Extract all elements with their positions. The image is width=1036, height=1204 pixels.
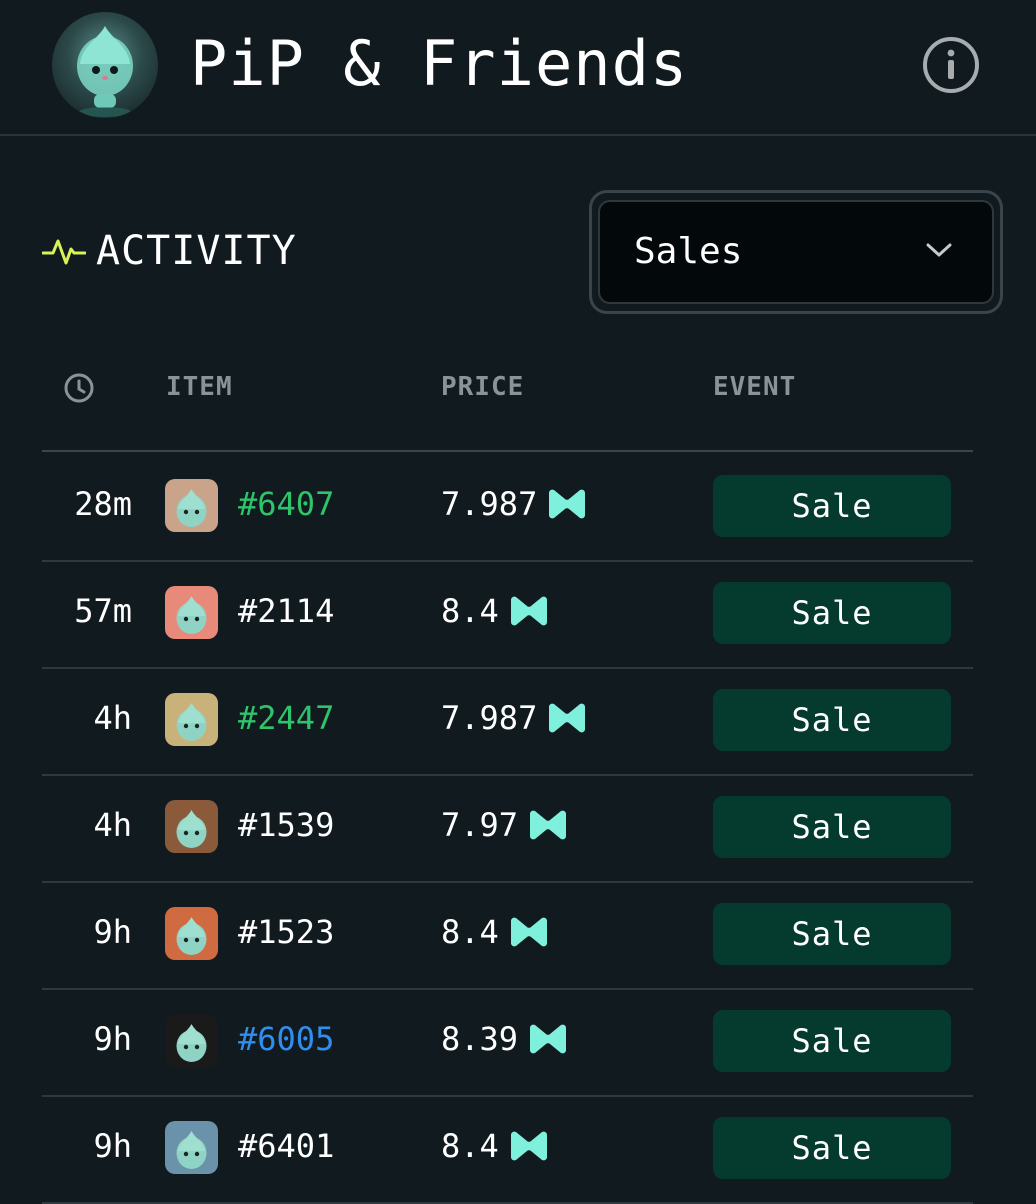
item-thumbnail[interactable]: [165, 1121, 218, 1174]
row-price: 8.4: [441, 1125, 551, 1167]
price-value: 8.4: [441, 592, 499, 630]
row-time: 9h: [93, 1127, 132, 1165]
item-id-link[interactable]: #1539: [238, 804, 334, 846]
row-price: 7.987: [441, 697, 589, 739]
item-id-link[interactable]: #6005: [238, 1018, 334, 1060]
item-thumbnail[interactable]: [165, 586, 218, 639]
filter-selected-value: Sales: [634, 231, 743, 272]
sale-event-button[interactable]: Sale: [713, 903, 951, 965]
item-thumbnail[interactable]: [165, 800, 218, 853]
table-row[interactable]: 9h #1523 8.4 Sale: [42, 881, 973, 990]
pulse-icon: [42, 239, 86, 265]
sui-token-icon: [530, 1024, 567, 1054]
price-value: 8.4: [441, 913, 499, 951]
row-price: 8.39: [441, 1018, 570, 1060]
collection-avatar[interactable]: [52, 12, 158, 118]
pip-mascot-avatar: [77, 26, 133, 117]
activity-label: ACTIVITY: [96, 228, 297, 274]
chevron-down-icon: [926, 243, 952, 257]
row-time: 9h: [93, 1020, 132, 1058]
item-id-link[interactable]: #6407: [238, 483, 334, 525]
sui-token-icon: [510, 1131, 547, 1161]
sale-event-button[interactable]: Sale: [713, 582, 951, 644]
price-value: 8.4: [441, 1127, 499, 1165]
sale-event-button[interactable]: Sale: [713, 689, 951, 751]
table-row[interactable]: 57m #2114 8.4 Sale: [42, 560, 973, 669]
sui-token-icon: [510, 917, 547, 947]
item-thumbnail[interactable]: [165, 907, 218, 960]
activity-heading: ACTIVITY: [42, 224, 297, 278]
row-time: 28m: [74, 485, 132, 523]
price-value: 7.987: [441, 699, 538, 737]
price-value: 7.97: [441, 806, 519, 844]
sui-token-icon: [549, 703, 586, 733]
collection-header: PiP & Friends: [0, 0, 1036, 136]
row-time: 4h: [93, 699, 132, 737]
price-value: 8.39: [441, 1020, 519, 1058]
event-filter-dropdown[interactable]: Sales: [598, 200, 994, 304]
item-id-link[interactable]: #2447: [238, 697, 334, 739]
sui-token-icon: [549, 489, 586, 519]
info-icon[interactable]: [922, 36, 980, 94]
item-id-link[interactable]: #2114: [238, 590, 334, 632]
row-price: 8.4: [441, 590, 551, 632]
collection-title: PiP & Friends: [190, 27, 689, 100]
table-row[interactable]: 9h #6005 8.39 Sale: [42, 988, 973, 1097]
clock-icon: [63, 372, 95, 408]
header-divider: [42, 450, 973, 452]
sale-event-button[interactable]: Sale: [713, 796, 951, 858]
sale-event-button[interactable]: Sale: [713, 1010, 951, 1072]
row-price: 7.987: [441, 483, 589, 525]
table-row[interactable]: 4h #2447 7.987 Sale: [42, 667, 973, 776]
row-time: 9h: [93, 913, 132, 951]
table-row[interactable]: 4h #1539 7.97 Sale: [42, 774, 973, 883]
column-header-price[interactable]: PRICE: [441, 370, 524, 404]
price-value: 7.987: [441, 485, 538, 523]
item-id-link[interactable]: #6401: [238, 1125, 334, 1167]
item-id-link[interactable]: #1523: [238, 911, 334, 953]
table-row[interactable]: 9h #6401 8.4 Sale: [42, 1095, 973, 1204]
row-time: 4h: [93, 806, 132, 844]
sui-token-icon: [530, 810, 567, 840]
column-header-item[interactable]: ITEM: [166, 370, 233, 404]
item-thumbnail[interactable]: [165, 1014, 218, 1067]
table-row[interactable]: 28m #6407 7.987 Sale: [42, 453, 973, 562]
item-thumbnail[interactable]: [165, 479, 218, 532]
sale-event-button[interactable]: Sale: [713, 1117, 951, 1179]
row-price: 7.97: [441, 804, 570, 846]
item-thumbnail[interactable]: [165, 693, 218, 746]
row-price: 8.4: [441, 911, 551, 953]
sale-event-button[interactable]: Sale: [713, 475, 951, 537]
sui-token-icon: [510, 596, 547, 626]
row-time: 57m: [74, 592, 132, 630]
column-header-event[interactable]: EVENT: [713, 370, 796, 404]
